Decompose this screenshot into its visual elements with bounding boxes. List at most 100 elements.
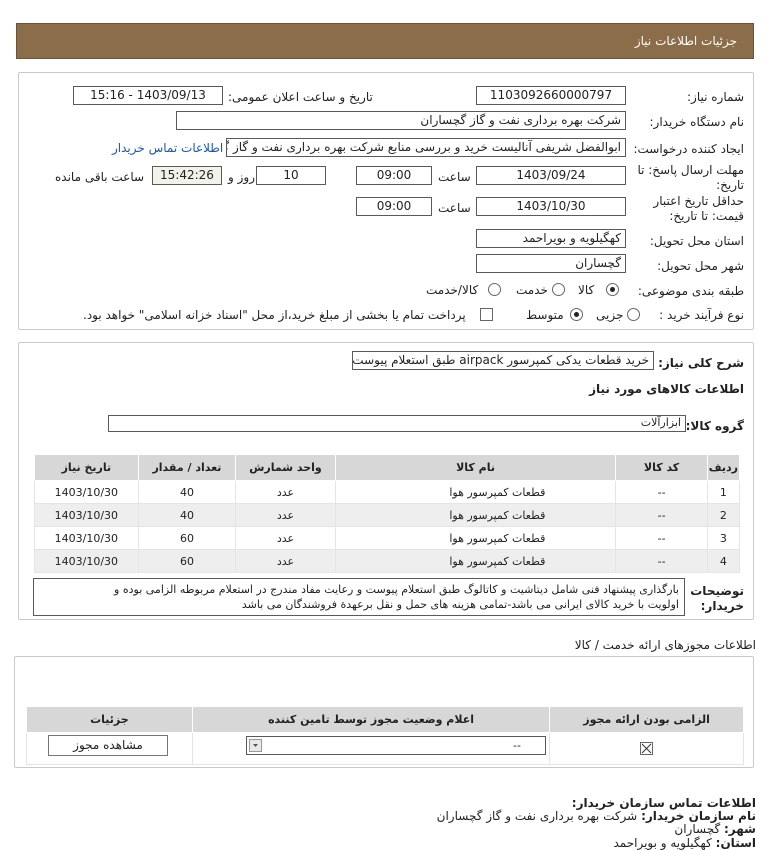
purchase-option-minor: جزیی xyxy=(596,308,624,322)
cell-qty: 40 xyxy=(137,480,237,504)
contact-org-row: نام سازمان خریدار: شرکت بهره برداری نفت … xyxy=(437,809,756,823)
category-radio-goods[interactable] xyxy=(606,283,619,296)
need-number-label: شماره نیاز: xyxy=(687,90,744,104)
deadline-time-field: 09:00 xyxy=(356,166,432,185)
purchase-type-label: نوع فرآیند خرید : xyxy=(659,308,744,322)
notes-line-1: بارگذاری پیشنهاد فنی شامل دیتاشیت و کاتا… xyxy=(114,583,679,596)
cell-date: 1403/10/30 xyxy=(34,549,139,573)
cell-date: 1403/10/30 xyxy=(34,480,139,504)
col-row: ردیف xyxy=(706,454,741,481)
table-row: 1 -- قطعات کمپرسور هوا عدد 40 1403/10/30 xyxy=(34,480,741,504)
city-field: گچساران xyxy=(476,254,626,273)
deadline-date-field: 1403/09/24 xyxy=(476,166,626,185)
cell-code: -- xyxy=(615,503,708,527)
col-code: کد کالا xyxy=(615,454,708,481)
announce-field: 1403/09/13 - 15:16 xyxy=(73,86,223,105)
permits-title: اطلاعات مجوزهای ارائه خدمت / کالا xyxy=(574,638,756,652)
buyer-label: نام دستگاه خریدار: xyxy=(649,115,745,129)
validity-date-field: 1403/10/30 xyxy=(476,197,626,216)
cell-code: -- xyxy=(615,480,708,504)
cell-row: 1 xyxy=(706,480,741,504)
cell-unit: عدد xyxy=(235,480,336,504)
dropdown-arrow-icon[interactable] xyxy=(249,739,262,752)
validity-time-field: 09:00 xyxy=(356,197,432,216)
cell-date: 1403/10/30 xyxy=(34,503,139,527)
col-date: تاریخ نیاز xyxy=(34,454,139,481)
permit-status-select[interactable]: -- xyxy=(246,736,546,755)
contact-title: اطلاعات تماس سازمان خریدار: xyxy=(571,796,756,810)
cell-name: قطعات کمپرسور هوا xyxy=(334,549,617,573)
notes-line-2: اولویت با خرید کالای ایرانی می باشد-تمام… xyxy=(241,598,679,611)
cell-name: قطعات کمپرسور هوا xyxy=(334,480,617,504)
purchase-option-medium: متوسط xyxy=(526,308,564,322)
buyer-contact-link[interactable]: اطلاعات تماس خریدار xyxy=(112,141,223,155)
cell-row: 4 xyxy=(706,549,741,573)
category-label: طبقه بندی موضوعی: xyxy=(637,284,744,298)
contact-city-label: شهر: xyxy=(724,822,756,836)
payment-note: پرداخت تمام یا بخشی از مبلغ خرید،از محل … xyxy=(83,308,466,322)
days-field: 10 xyxy=(256,166,326,185)
table-row: 3 -- قطعات کمپرسور هوا عدد 60 1403/10/30 xyxy=(34,526,741,550)
remaining-time-field: 15:42:26 xyxy=(152,166,222,185)
view-permit-button[interactable]: مشاهده مجوز xyxy=(48,735,168,756)
cell-date: 1403/10/30 xyxy=(34,526,139,550)
cell-row: 2 xyxy=(706,503,741,527)
creator-field: ابوالفضل شریفی آنالیست خرید و بررسی مناب… xyxy=(226,138,626,157)
notes-box: بارگذاری پیشنهاد فنی شامل دیتاشیت و کاتا… xyxy=(33,578,685,616)
cell-row: 3 xyxy=(706,526,741,550)
category-radio-goods-service[interactable] xyxy=(488,283,501,296)
permits-table-header: الزامی بودن ارائه مجوز اعلام وضعیت مجوز … xyxy=(26,706,744,733)
cell-unit: عدد xyxy=(235,503,336,527)
province-field: کهگیلویه و بویراحمد xyxy=(476,229,626,248)
contact-city-row: شهر: گچساران xyxy=(674,822,756,836)
province-label: استان محل تحویل: xyxy=(649,234,744,248)
purchase-radio-medium[interactable] xyxy=(570,308,583,321)
category-option-service: خدمت xyxy=(516,283,548,297)
purchase-radio-minor[interactable] xyxy=(627,308,640,321)
col-unit: واحد شمارش xyxy=(235,454,336,481)
goods-group-label: گروه کالا: xyxy=(685,419,744,433)
page-title: جزئیات اطلاعات نیاز xyxy=(634,34,737,48)
mandatory-checked-icon xyxy=(640,742,654,756)
table-row: 2 -- قطعات کمپرسور هوا عدد 40 1403/10/30 xyxy=(34,503,741,527)
col-qty: تعداد / مقدار xyxy=(137,454,237,481)
contact-org-value: شرکت بهره برداری نفت و گاز گچساران xyxy=(436,809,638,823)
cell-qty: 60 xyxy=(137,526,237,550)
summary-label: شرح کلی نیاز: xyxy=(658,356,744,370)
cell-qty: 40 xyxy=(137,503,237,527)
treasury-checkbox[interactable] xyxy=(480,308,493,321)
category-option-goods-service: کالا/خدمت xyxy=(426,283,479,297)
contact-province-label: استان: xyxy=(715,836,756,850)
col-status: اعلام وضعیت مجوز توسط تامین کننده xyxy=(191,706,551,733)
goods-table-header: ردیف کد کالا نام کالا واحد شمارش تعداد /… xyxy=(34,454,741,481)
validity-label: حداقل تاریخ اعتبار قیمت: تا تاریخ: xyxy=(653,194,744,223)
table-row: 4 -- قطعات کمپرسور هوا عدد 60 1403/10/30 xyxy=(34,549,741,573)
notes-label: توضیحات خریدار: xyxy=(690,584,744,613)
days-label: روز و xyxy=(228,170,255,184)
buyer-field: شرکت بهره برداری نفت و گاز گچساران xyxy=(176,111,626,130)
permit-status-value: -- xyxy=(513,739,521,752)
city-label: شهر محل تحویل: xyxy=(657,259,744,273)
page-header: جزئیات اطلاعات نیاز xyxy=(16,23,754,59)
cell-qty: 60 xyxy=(137,549,237,573)
validity-time-label: ساعت xyxy=(438,201,471,215)
col-mandatory: الزامی بودن ارائه مجوز xyxy=(549,706,744,733)
cell-name: قطعات کمپرسور هوا xyxy=(334,503,617,527)
category-option-goods: کالا xyxy=(578,283,595,297)
contact-province-value: کهگیلویه و بویراحمد xyxy=(613,836,712,850)
remaining-label: ساعت باقی مانده xyxy=(55,170,145,184)
cell-code: -- xyxy=(615,549,708,573)
cell-unit: عدد xyxy=(235,526,336,550)
col-details: جزئیات xyxy=(26,706,193,733)
contact-province-row: استان: کهگیلویه و بویراحمد xyxy=(613,836,756,850)
cell-unit: عدد xyxy=(235,549,336,573)
goods-group-field: ابزارآلات xyxy=(108,415,686,432)
category-radio-service[interactable] xyxy=(552,283,565,296)
contact-city-value: گچساران xyxy=(674,822,721,836)
deadline-time-label: ساعت xyxy=(438,170,471,184)
cell-code: -- xyxy=(615,526,708,550)
creator-label: ایجاد کننده درخواست: xyxy=(633,142,744,156)
summary-field: خرید قطعات یدکی کمپرسور airpack طبق استع… xyxy=(352,351,654,370)
cell-name: قطعات کمپرسور هوا xyxy=(334,526,617,550)
cell-mandatory xyxy=(549,732,744,765)
